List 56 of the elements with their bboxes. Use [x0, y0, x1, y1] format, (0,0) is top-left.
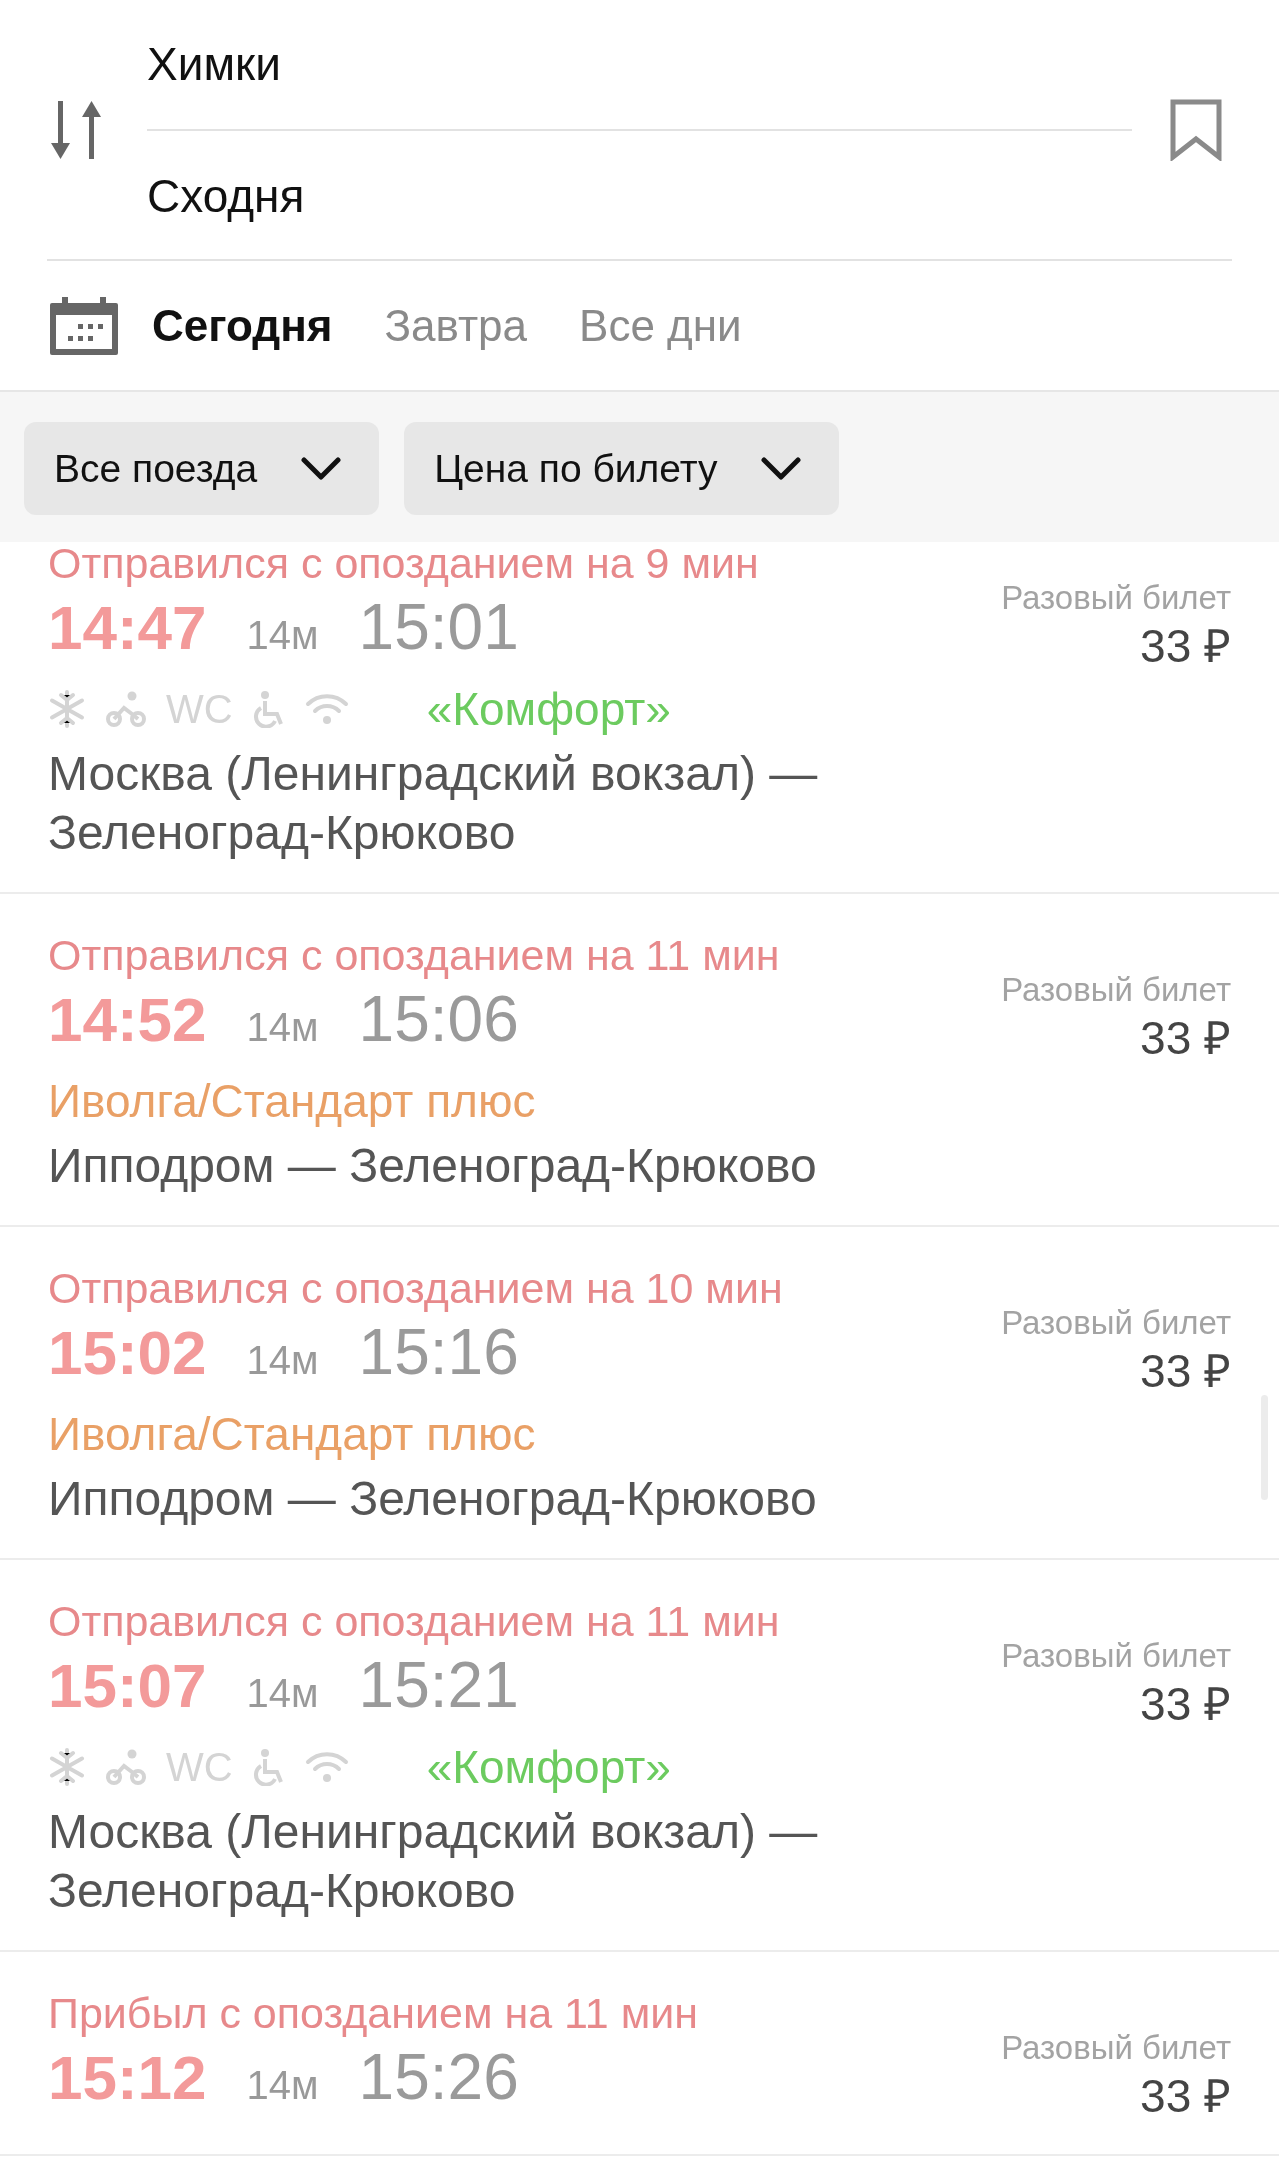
- price: 33 ₽: [1139, 1011, 1231, 1066]
- chevron-down-icon: [301, 456, 342, 481]
- ticket-type: Разовый билет: [1001, 2028, 1231, 2068]
- departure-time: 15:02: [48, 1317, 207, 1389]
- ticket-type: Разовый билет: [1001, 970, 1231, 1010]
- price: 33 ₽: [1139, 619, 1231, 674]
- price: 33 ₽: [1139, 1344, 1231, 1399]
- wheelchair-icon: [252, 1748, 285, 1786]
- train-type: «Комфорт»: [426, 682, 671, 736]
- status-text: Отправился с опозданием на 9 мин: [48, 538, 760, 588]
- duration: 14м: [246, 612, 319, 659]
- bookmark-icon[interactable]: [1170, 98, 1222, 161]
- chevron-down-icon: [761, 456, 802, 481]
- status-text: Отправился с опозданием на 11 мин: [48, 1596, 781, 1646]
- route-text: Ипподром — Зеленоград-Крюково: [48, 1471, 818, 1527]
- train-type: Иволга/Стандарт плюс: [48, 1074, 536, 1128]
- cyclist-icon: [106, 1748, 146, 1786]
- arrival-time: 15:26: [358, 2040, 519, 2115]
- date-tab[interactable]: Сегодня: [152, 300, 333, 351]
- price: 33 ₽: [1139, 1677, 1231, 1732]
- status-text: Отправился с опозданием на 10 мин: [48, 1263, 784, 1313]
- duration: 14м: [246, 1337, 319, 1384]
- route-text: Ипподром — Зеленоград-Крюково: [48, 1138, 818, 1194]
- duration: 14м: [246, 1670, 319, 1717]
- status-text: Отправился с опозданием на 11 мин: [48, 930, 781, 980]
- ticket-type: Разовый билет: [1001, 578, 1231, 618]
- arrival-time: 15:16: [358, 1315, 519, 1390]
- snowflake-icon: [48, 690, 86, 728]
- train-type: «Комфорт»: [426, 1740, 671, 1794]
- wheelchair-icon: [252, 690, 285, 728]
- filter-dropdown[interactable]: Цена по билету: [404, 422, 840, 515]
- departure-time: 15:12: [48, 2042, 207, 2114]
- wifi-icon: [304, 1750, 349, 1784]
- duration: 14м: [246, 2062, 319, 2109]
- arrival-time: 15:06: [358, 982, 519, 1057]
- train-type: Иволга/Стандарт плюс: [48, 1407, 536, 1461]
- departure-time: 15:07: [48, 1650, 207, 1722]
- wifi-icon: [304, 692, 349, 726]
- cyclist-icon: [106, 690, 146, 728]
- arrival-time: 15:01: [358, 590, 519, 665]
- filter-dropdown[interactable]: Все поезда: [24, 422, 380, 515]
- ticket-type: Разовый билет: [1001, 1303, 1231, 1343]
- route-text: Москва (Ленинградский вокзал) — Зеленоград-Крюково: [48, 1804, 819, 1919]
- route-text: Москва (Ленинградский вокзал) — Зеленоград-Крюково: [48, 746, 819, 861]
- to-field[interactable]: Сходня: [147, 130, 1170, 261]
- arrival-time: 15:21: [358, 1648, 519, 1723]
- snowflake-icon: [48, 1748, 86, 1786]
- departure-time: 14:47: [48, 592, 207, 664]
- ticket-type: Разовый билет: [1001, 1636, 1231, 1676]
- from-field[interactable]: Химки: [147, 0, 1170, 129]
- duration: 14м: [246, 1004, 319, 1051]
- status-text: Прибыл с опозданием на 11 мин: [48, 1988, 699, 2038]
- swap-icon[interactable]: [51, 98, 103, 161]
- calendar-icon: [50, 296, 118, 355]
- departure-time: 14:52: [48, 984, 207, 1056]
- price: 33 ₽: [1139, 2069, 1231, 2124]
